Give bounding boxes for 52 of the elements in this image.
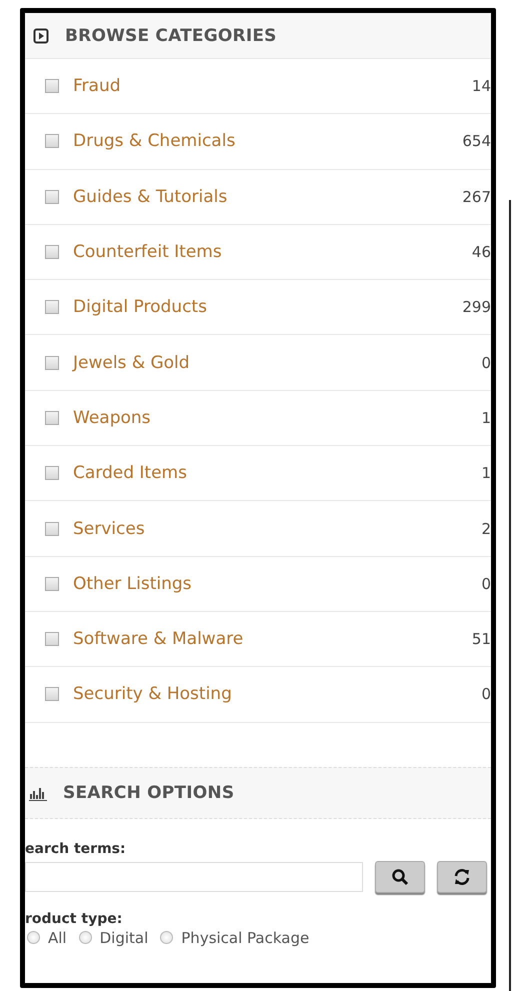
radio-label[interactable]: Physical Package: [181, 928, 310, 947]
radio-label[interactable]: Digital: [100, 928, 148, 947]
category-link[interactable]: Fraud: [73, 76, 472, 96]
section-title: BROWSE CATEGORIES: [65, 26, 277, 46]
radio-button[interactable]: [78, 931, 92, 944]
category-count: 2: [481, 520, 491, 538]
category-count: 267: [462, 188, 491, 206]
category-count: 1: [481, 464, 491, 482]
category-count: 0: [481, 574, 491, 593]
category-checkbox[interactable]: [45, 356, 59, 370]
category-link[interactable]: Counterfeit Items: [73, 242, 472, 262]
refresh-icon: [453, 868, 471, 886]
category-checkbox[interactable]: [45, 576, 59, 591]
category-count: 1: [481, 408, 491, 427]
field-label: roduct type:: [25, 910, 124, 927]
radio-button[interactable]: [160, 931, 174, 944]
category-link[interactable]: Software & Malware: [73, 629, 472, 650]
category-count: 51: [472, 630, 491, 648]
category-checkbox[interactable]: [45, 245, 59, 260]
category-checkbox[interactable]: [45, 687, 59, 702]
category-link[interactable]: Other Listings: [73, 574, 482, 594]
category-checkbox[interactable]: [45, 134, 59, 148]
refresh-button[interactable]: [437, 860, 487, 893]
category-link[interactable]: Digital Products: [73, 297, 462, 318]
category-link[interactable]: Security & Hosting: [73, 684, 482, 704]
category-link[interactable]: Services: [73, 518, 482, 539]
field-label: earch terms:: [25, 840, 127, 857]
category-link[interactable]: Weapons: [73, 408, 482, 428]
category-count: 654: [462, 132, 491, 150]
category-checkbox[interactable]: [45, 190, 59, 204]
search-button[interactable]: [375, 860, 425, 893]
search-icon: [391, 868, 409, 886]
category-link[interactable]: Drugs & Chemicals: [73, 131, 462, 152]
category-count: 46: [472, 243, 491, 262]
category-count: 0: [481, 685, 491, 704]
radio-label[interactable]: All: [48, 928, 67, 947]
radio-button[interactable]: [27, 931, 40, 944]
category-count: 0: [481, 354, 491, 372]
category-link[interactable]: Jewels & Gold: [73, 352, 482, 373]
category-checkbox[interactable]: [45, 632, 59, 646]
category-link[interactable]: Guides & Tutorials: [73, 186, 462, 207]
category-checkbox[interactable]: [45, 410, 59, 425]
category-checkbox[interactable]: [45, 79, 59, 94]
category-checkbox[interactable]: [45, 522, 59, 536]
play-square-icon: [33, 28, 49, 44]
category-count: 14: [472, 77, 491, 96]
category-checkbox[interactable]: [45, 300, 59, 314]
search-field[interactable]: [25, 862, 363, 892]
category-count: 299: [462, 298, 491, 316]
category-link[interactable]: Carded Items: [73, 463, 482, 484]
section-title: SEARCH OPTIONS: [63, 782, 234, 803]
category-checkbox[interactable]: [45, 466, 59, 480]
